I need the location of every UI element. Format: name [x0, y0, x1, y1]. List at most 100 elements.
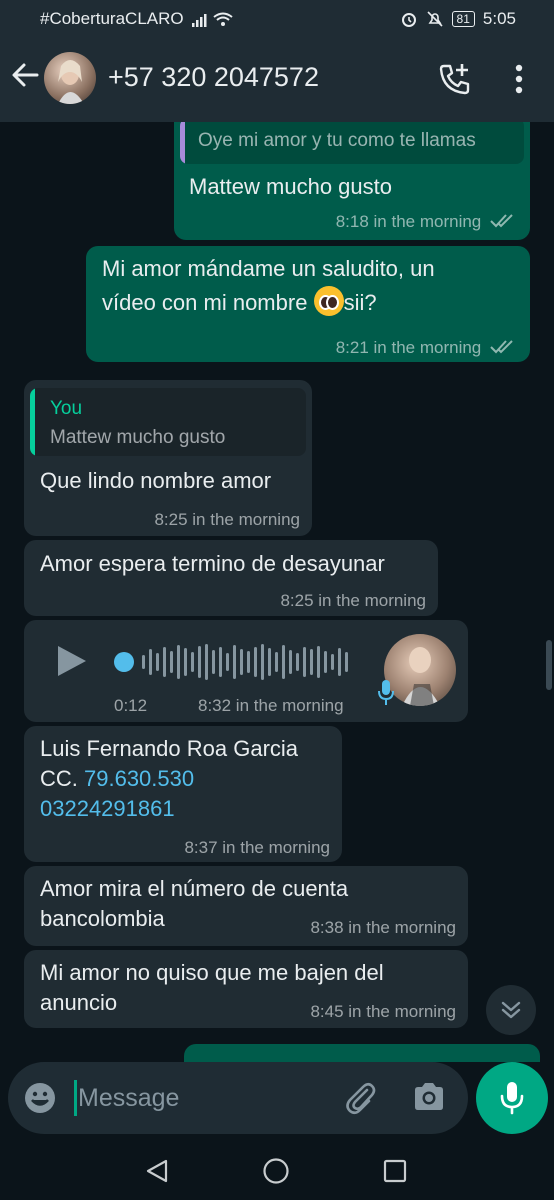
- message-time: 8:25 in the morning: [154, 510, 300, 529]
- emoji-icon[interactable]: [24, 1082, 56, 1119]
- waveform-bar: [310, 649, 313, 675]
- message-outgoing-partial[interactable]: [184, 1044, 540, 1062]
- waveform-bar: [303, 647, 306, 677]
- phone-link[interactable]: 03224291861: [40, 794, 175, 824]
- mic-icon: [500, 1082, 524, 1115]
- waveform-bar: [338, 648, 341, 676]
- battery-level: 81: [451, 11, 475, 27]
- message-incoming[interactable]: Amor espera termino de desayunar 8:25 in…: [24, 540, 438, 616]
- text-before-emoji: vídeo con mi nombre: [102, 290, 308, 315]
- message-time: 8:37 in the morning: [184, 838, 330, 857]
- message-incoming[interactable]: You Mattew mucho gusto Que lindo nombre …: [24, 380, 312, 536]
- waveform-bar: [163, 647, 166, 677]
- waveform-bar: [149, 649, 152, 675]
- attach-icon[interactable]: [342, 1080, 378, 1121]
- waveform-bar: [198, 646, 201, 678]
- contact-avatar[interactable]: [44, 52, 96, 104]
- waveform-bar: [254, 647, 257, 677]
- message-text-line: bancolombia: [40, 906, 165, 931]
- voice-message[interactable]: 0:12 8:32 in the morning: [24, 620, 468, 722]
- waveform-bar: [261, 644, 264, 680]
- message-text: Amor espera termino de desayunar: [40, 551, 385, 576]
- message-time: 8:18 in the morning: [336, 212, 516, 232]
- time-label: 8:18 in the morning: [335, 212, 482, 231]
- message-text: Que lindo nombre amor: [40, 468, 272, 493]
- waveform-bar: [282, 645, 285, 679]
- contact-name[interactable]: +57 320 2047572: [108, 62, 319, 93]
- quoted-text: Oye mi amor y tu como te llamas: [198, 130, 476, 151]
- message-composer: [8, 1062, 468, 1134]
- waveform-bar: [289, 650, 292, 674]
- message-incoming[interactable]: Amor mira el número de cuenta bancolombi…: [24, 866, 468, 946]
- waveform-bar: [156, 653, 159, 671]
- message-outgoing[interactable]: Oye mi amor y tu como te llamas Mattew m…: [174, 122, 530, 240]
- read-ticks-icon: [490, 340, 513, 354]
- time-label: 8:21 in the morning: [335, 338, 482, 357]
- more-vert-icon[interactable]: [514, 64, 524, 99]
- message-text-line: vídeo con mi nombre sii?: [102, 286, 377, 318]
- message-time: 8:25 in the morning: [280, 591, 426, 610]
- waveform-bar: [317, 646, 320, 678]
- waveform-bar: [184, 648, 187, 676]
- text-cursor: [74, 1080, 77, 1116]
- waveform-bar: [212, 650, 215, 674]
- waveform-bar: [191, 652, 194, 672]
- add-call-icon[interactable]: [438, 62, 472, 101]
- nav-home-icon[interactable]: [262, 1157, 290, 1190]
- waveform-bar: [170, 651, 173, 673]
- waveform[interactable]: [142, 642, 348, 682]
- waveform-bar: [177, 645, 180, 679]
- message-outgoing[interactable]: Mi amor mándame un saludito, un vídeo co…: [86, 246, 530, 362]
- waveform-bar: [233, 645, 236, 679]
- waveform-bar: [268, 648, 271, 676]
- carrier-label: #CoberturaCLARO: [40, 9, 184, 28]
- cc-label: CC.: [40, 766, 84, 791]
- mic-button[interactable]: [476, 1062, 548, 1134]
- message-text: Mattew mucho gusto: [189, 174, 392, 199]
- message-time: 8:21 in the morning: [336, 338, 516, 358]
- signal-wifi-icons: [192, 11, 234, 32]
- mute-icon: [426, 11, 443, 27]
- cc-number-link[interactable]: 79.630.530: [84, 766, 194, 791]
- camera-icon[interactable]: [412, 1082, 446, 1117]
- message-text-line: Mi amor no quiso que me bajen del: [40, 960, 384, 985]
- nav-back-icon[interactable]: [144, 1158, 170, 1189]
- back-arrow-icon[interactable]: [10, 60, 40, 95]
- quoted-message[interactable]: You Mattew mucho gusto: [30, 388, 306, 456]
- message-time: 8:32 in the morning: [198, 696, 344, 715]
- scrollbar-thumb[interactable]: [546, 640, 552, 690]
- waveform-bar: [331, 654, 334, 670]
- waveform-bar: [226, 653, 229, 671]
- play-icon[interactable]: [56, 644, 88, 683]
- message-input[interactable]: [78, 1078, 328, 1118]
- message-text-line: CC. 79.630.530: [40, 764, 194, 794]
- quoted-author: You: [50, 398, 83, 419]
- waveform-bar: [275, 652, 278, 672]
- playback-dot[interactable]: [114, 652, 134, 672]
- nav-recents-icon[interactable]: [382, 1158, 408, 1189]
- chat-header: +57 320 2047572: [0, 38, 554, 122]
- text-after-emoji: sii?: [343, 290, 377, 315]
- message-text-line: anuncio: [40, 990, 118, 1015]
- waveform-bar: [219, 647, 222, 677]
- waveform-bar: [240, 649, 243, 675]
- read-ticks-icon: [490, 214, 513, 228]
- message-time: 8:38 in the morning: [310, 918, 456, 937]
- quoted-text: Mattew mucho gusto: [50, 427, 226, 448]
- waveform-bar: [247, 651, 250, 673]
- system-nav-bar: [0, 1140, 554, 1200]
- message-time: 8:45 in the morning: [310, 1002, 456, 1021]
- quoted-message[interactable]: Oye mi amor y tu como te llamas: [180, 122, 524, 164]
- chevron-double-down-icon: [501, 1001, 521, 1019]
- message-incoming[interactable]: Mi amor no quiso que me bajen del anunci…: [24, 950, 468, 1028]
- waveform-bar: [142, 655, 145, 669]
- message-list[interactable]: Oye mi amor y tu como te llamas Mattew m…: [0, 122, 554, 1062]
- waveform-bar: [345, 652, 348, 672]
- message-text-line: Amor mira el número de cuenta: [40, 876, 349, 901]
- message-incoming[interactable]: Luis Fernando Roa Garcia CC. 79.630.530 …: [24, 726, 342, 862]
- pleading-face-emoji-icon: [313, 286, 344, 316]
- voice-duration: 0:12: [114, 696, 148, 715]
- clock: 5:05: [482, 9, 516, 28]
- scroll-to-bottom-button[interactable]: [486, 985, 536, 1035]
- waveform-bar: [296, 653, 299, 671]
